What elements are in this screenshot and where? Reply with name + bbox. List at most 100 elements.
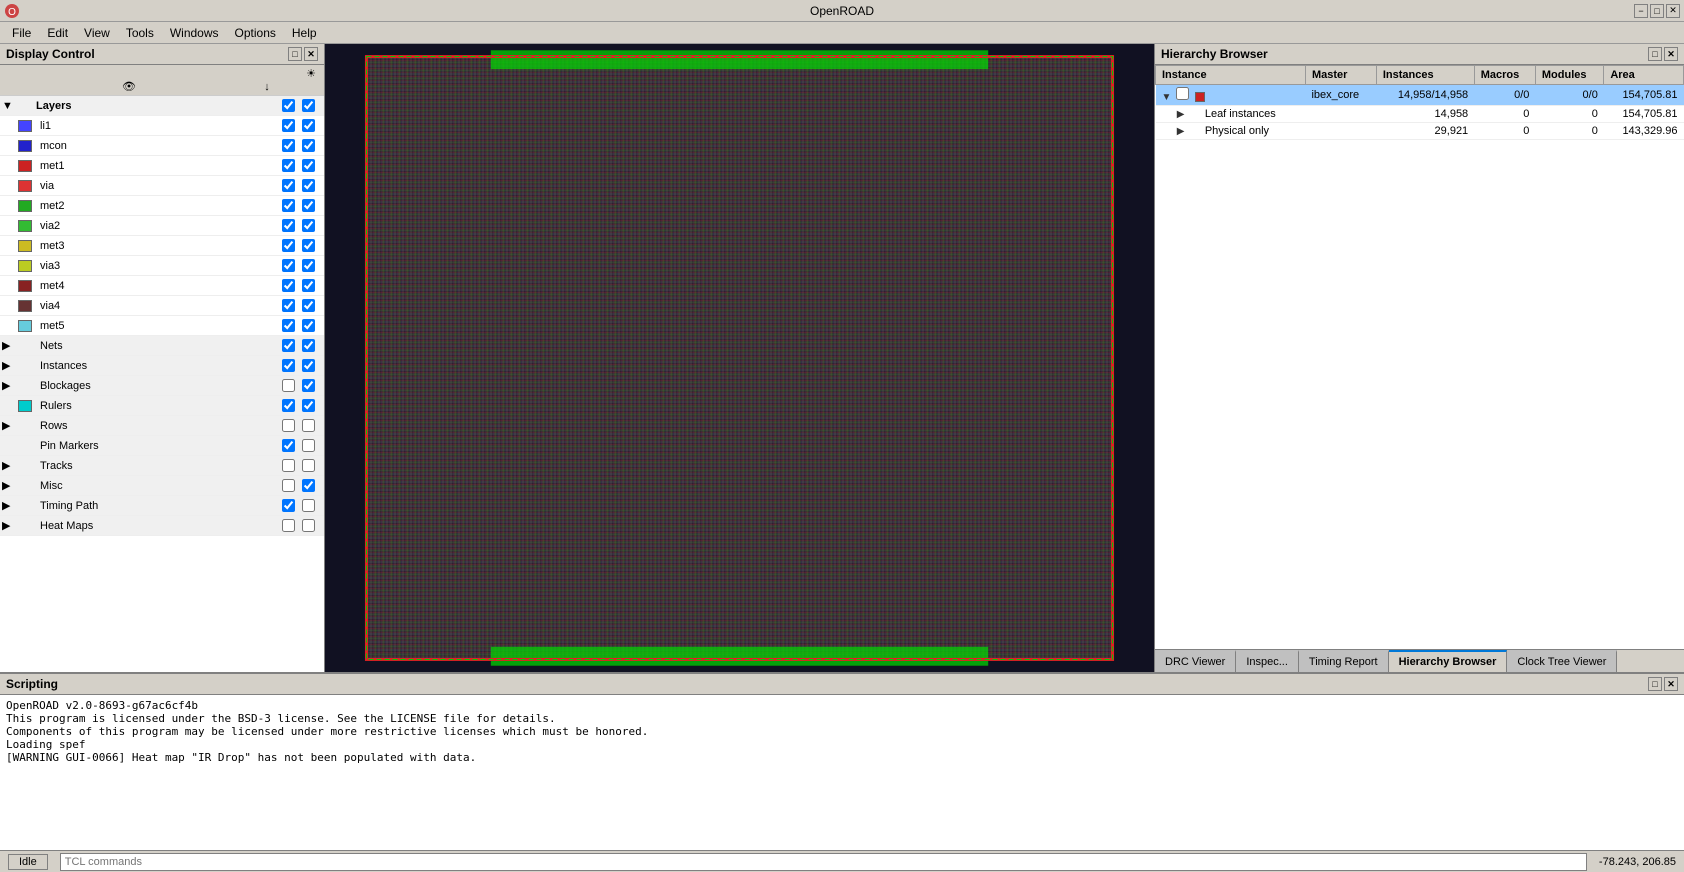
hier-cell-instance-2: ▶ Physical only bbox=[1156, 123, 1306, 140]
section-check1-Rulers[interactable] bbox=[282, 399, 295, 412]
bottom-tab-clock-tree-viewer[interactable]: Clock Tree Viewer bbox=[1507, 650, 1617, 672]
section-check1-Timing Path[interactable] bbox=[282, 499, 295, 512]
layer-check1-via[interactable] bbox=[282, 179, 295, 192]
section-check2-Rulers[interactable] bbox=[302, 399, 315, 412]
section-arrow-Misc[interactable]: ▶ bbox=[2, 479, 18, 492]
scripting-pin-btn[interactable]: □ bbox=[1648, 677, 1662, 691]
section-arrow-Nets[interactable]: ▶ bbox=[2, 339, 18, 352]
menubar-item-file[interactable]: File bbox=[4, 24, 39, 42]
hier-expand-1[interactable]: ▶ bbox=[1177, 109, 1185, 120]
section-check2-Rows[interactable] bbox=[302, 419, 315, 432]
section-row-misc[interactable]: ▶ Misc bbox=[0, 476, 324, 496]
panel-pin-btn[interactable]: □ bbox=[288, 47, 302, 61]
hier-row-cb-0[interactable] bbox=[1176, 87, 1189, 100]
menubar-item-tools[interactable]: Tools bbox=[118, 24, 162, 42]
hier-expand-0[interactable]: ▼ bbox=[1162, 92, 1172, 103]
win-close-btn[interactable]: ✕ bbox=[1666, 4, 1680, 18]
layers-check2[interactable] bbox=[302, 99, 315, 112]
layer-check2-met1[interactable] bbox=[302, 159, 315, 172]
section-arrow-Rows[interactable]: ▶ bbox=[2, 419, 18, 432]
layers-expand-arrow[interactable]: ▼ bbox=[2, 100, 18, 112]
section-check1-Blockages[interactable] bbox=[282, 379, 295, 392]
layer-check1-li1[interactable] bbox=[282, 119, 295, 132]
canvas-area[interactable] bbox=[325, 44, 1154, 672]
layer-check1-met2[interactable] bbox=[282, 199, 295, 212]
section-arrow-Heat Maps[interactable]: ▶ bbox=[2, 519, 18, 532]
section-row-heat-maps[interactable]: ▶ Heat Maps bbox=[0, 516, 324, 536]
section-check2-Pin Markers[interactable] bbox=[302, 439, 315, 452]
layer-check1-via4[interactable] bbox=[282, 299, 295, 312]
layer-check1-via2[interactable] bbox=[282, 219, 295, 232]
tcl-input[interactable] bbox=[60, 853, 1587, 871]
eye-all-icon[interactable]: 👁 bbox=[2, 80, 256, 93]
layer-check2-met3[interactable] bbox=[302, 239, 315, 252]
layer-items-container: li1 mcon met1 via met2 via2 met3 bbox=[0, 116, 324, 336]
section-check1-Nets[interactable] bbox=[282, 339, 295, 352]
layer-check2-met2[interactable] bbox=[302, 199, 315, 212]
menubar-item-edit[interactable]: Edit bbox=[39, 24, 76, 42]
layer-check1-via3[interactable] bbox=[282, 259, 295, 272]
layer-check2-via4[interactable] bbox=[302, 299, 315, 312]
down-all-icon[interactable]: ↓ bbox=[256, 80, 278, 93]
section-arrow-Tracks[interactable]: ▶ bbox=[2, 459, 18, 472]
layer-check2-via[interactable] bbox=[302, 179, 315, 192]
section-check2-Misc[interactable] bbox=[302, 479, 315, 492]
win-min-btn[interactable]: − bbox=[1634, 4, 1648, 18]
section-row-blockages[interactable]: ▶ Blockages bbox=[0, 376, 324, 396]
section-check1-Misc[interactable] bbox=[282, 479, 295, 492]
scripting-close-btn[interactable]: ✕ bbox=[1664, 677, 1678, 691]
layer-check2-met5[interactable] bbox=[302, 319, 315, 332]
hier-table-row-0[interactable]: ▼ ibex_core 14,958/14,958 0/0 0/0 154,70… bbox=[1156, 85, 1684, 106]
layers-check1[interactable] bbox=[282, 99, 295, 112]
visibility-all-icon[interactable]: ☀ bbox=[300, 67, 322, 80]
hier-table-row-1[interactable]: ▶ Leaf instances 14,958 0 0 154,705.81 bbox=[1156, 106, 1684, 123]
hier-table-row-2[interactable]: ▶ Physical only 29,921 0 0 143,329.96 bbox=[1156, 123, 1684, 140]
section-row-rulers[interactable]: Rulers bbox=[0, 396, 324, 416]
layer-check2-li1[interactable] bbox=[302, 119, 315, 132]
section-check2-Nets[interactable] bbox=[302, 339, 315, 352]
section-check2-Instances[interactable] bbox=[302, 359, 315, 372]
section-check2-Timing Path[interactable] bbox=[302, 499, 315, 512]
layer-check1-met4[interactable] bbox=[282, 279, 295, 292]
section-arrow-Timing Path[interactable]: ▶ bbox=[2, 499, 18, 512]
section-check2-Blockages[interactable] bbox=[302, 379, 315, 392]
layer-check1-met5[interactable] bbox=[282, 319, 295, 332]
section-check1-Rows[interactable] bbox=[282, 419, 295, 432]
layer-check2-met4[interactable] bbox=[302, 279, 315, 292]
win-max-btn[interactable]: □ bbox=[1650, 4, 1664, 18]
section-check2-Heat Maps[interactable] bbox=[302, 519, 315, 532]
menubar-item-help[interactable]: Help bbox=[284, 24, 325, 42]
layer-check2-via3[interactable] bbox=[302, 259, 315, 272]
section-check1-Heat Maps[interactable] bbox=[282, 519, 295, 532]
section-row-pin-markers[interactable]: Pin Markers bbox=[0, 436, 324, 456]
menubar-item-options[interactable]: Options bbox=[227, 24, 284, 42]
section-check2-Tracks[interactable] bbox=[302, 459, 315, 472]
section-row-nets[interactable]: ▶ Nets bbox=[0, 336, 324, 356]
section-row-timing-path[interactable]: ▶ Timing Path bbox=[0, 496, 324, 516]
bottom-tab-drc-viewer[interactable]: DRC Viewer bbox=[1155, 650, 1236, 672]
section-row-rows[interactable]: ▶ Rows bbox=[0, 416, 324, 436]
hier-close-btn[interactable]: ✕ bbox=[1664, 47, 1678, 61]
layer-check2-via2[interactable] bbox=[302, 219, 315, 232]
layers-section-label: Layers bbox=[36, 100, 282, 112]
hier-pin-btn[interactable]: □ bbox=[1648, 47, 1662, 61]
menubar-item-view[interactable]: View bbox=[76, 24, 118, 42]
menubar-item-windows[interactable]: Windows bbox=[162, 24, 227, 42]
section-check1-Instances[interactable] bbox=[282, 359, 295, 372]
layers-section-header[interactable]: ▼ Layers bbox=[0, 96, 324, 116]
layer-check1-met3[interactable] bbox=[282, 239, 295, 252]
section-arrow-Blockages[interactable]: ▶ bbox=[2, 379, 18, 392]
layer-check2-mcon[interactable] bbox=[302, 139, 315, 152]
panel-close-btn[interactable]: ✕ bbox=[304, 47, 318, 61]
bottom-tab-hierarchy-browser[interactable]: Hierarchy Browser bbox=[1389, 650, 1508, 672]
bottom-tab-timing-report[interactable]: Timing Report bbox=[1299, 650, 1389, 672]
layer-check1-met1[interactable] bbox=[282, 159, 295, 172]
section-arrow-Instances[interactable]: ▶ bbox=[2, 359, 18, 372]
section-row-instances[interactable]: ▶ Instances bbox=[0, 356, 324, 376]
section-check1-Tracks[interactable] bbox=[282, 459, 295, 472]
layer-check1-mcon[interactable] bbox=[282, 139, 295, 152]
hier-expand-2[interactable]: ▶ bbox=[1177, 126, 1185, 137]
section-check1-Pin Markers[interactable] bbox=[282, 439, 295, 452]
bottom-tab-inspec...[interactable]: Inspec... bbox=[1236, 650, 1299, 672]
section-row-tracks[interactable]: ▶ Tracks bbox=[0, 456, 324, 476]
